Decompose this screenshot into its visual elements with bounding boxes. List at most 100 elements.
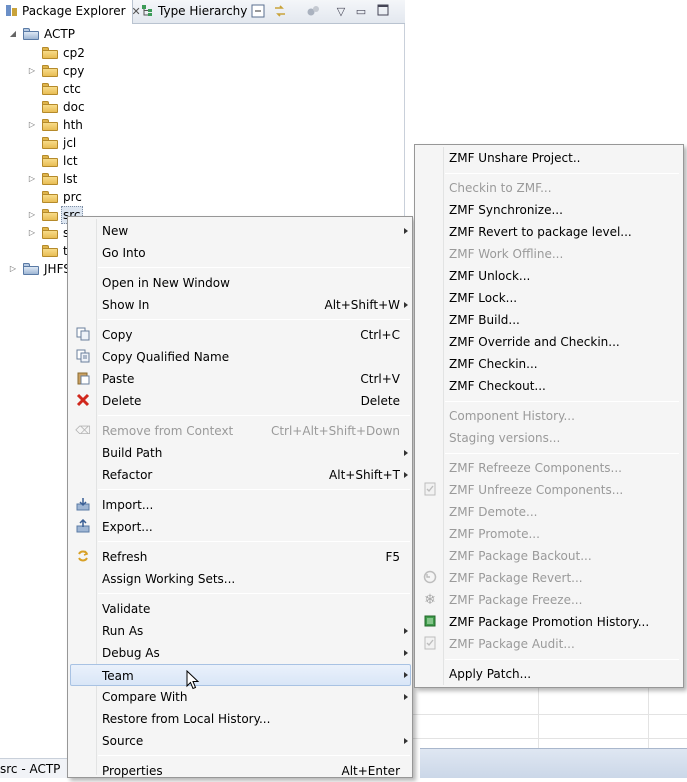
menu-item-label: Export... <box>102 520 153 534</box>
minimize-icon[interactable]: ▭ <box>353 4 369 20</box>
submenu-arrow-icon <box>404 738 408 744</box>
menu-item-zmf-work-offline[interactable]: ZMF Work Offline... <box>417 243 681 265</box>
menu-separator <box>445 659 679 660</box>
menu-item-label: ZMF Synchronize... <box>449 203 563 217</box>
tab-package-explorer[interactable]: Package Explorer ✕ <box>0 0 141 24</box>
menu-separator <box>98 541 410 542</box>
menu-separator <box>98 267 410 268</box>
menu-item-zmf-package-freeze[interactable]: ❄ ZMF Package Freeze... <box>417 589 681 611</box>
menu-item-show-in[interactable]: Show In Alt+Shift+W <box>70 294 411 316</box>
expanded-twisty-icon[interactable]: ◢ <box>8 25 18 43</box>
tree-item-folder[interactable]: prc <box>0 188 120 206</box>
type-hierarchy-icon <box>142 5 152 16</box>
menu-item-label: Build Path <box>102 446 163 460</box>
menu-item-zmf-promote[interactable]: ZMF Promote... <box>417 523 681 545</box>
menu-item-go-into[interactable]: Go Into <box>70 242 411 264</box>
collapsed-twisty-icon[interactable]: ▷ <box>27 170 37 188</box>
menu-item-zmf-unlock[interactable]: ZMF Unlock... <box>417 265 681 287</box>
delete-icon <box>75 393 91 409</box>
menu-item-copy[interactable]: Copy Ctrl+C <box>70 324 411 346</box>
paste-icon <box>75 371 91 387</box>
view-menu-icon[interactable]: ▽ <box>333 4 349 20</box>
submenu-arrow-icon <box>404 672 408 678</box>
copy-qualified-icon <box>75 349 91 365</box>
maximize-icon[interactable] <box>375 4 391 20</box>
menu-item-apply-patch[interactable]: Apply Patch... <box>417 663 681 685</box>
menu-item-export[interactable]: Export... <box>70 516 411 538</box>
menu-item-zmf-unfreeze-components[interactable]: ZMF Unfreeze Components... <box>417 479 681 501</box>
menu-item-restore-from-local-history[interactable]: Restore from Local History... <box>70 708 411 730</box>
collapsed-twisty-icon[interactable]: ▷ <box>27 62 37 80</box>
tree-item-folder[interactable]: ctc <box>0 80 120 98</box>
menu-item-component-history[interactable]: Component History... <box>417 405 681 427</box>
collapsed-twisty-icon[interactable]: ▷ <box>8 260 18 278</box>
menu-item-staging-versions[interactable]: Staging versions... <box>417 427 681 449</box>
context-menu: New Go Into Open in New Window Show In A… <box>67 216 413 778</box>
menu-item-refactor[interactable]: Refactor Alt+Shift+T <box>70 464 411 486</box>
menu-item-label: ZMF Revert to package level... <box>449 225 632 239</box>
link-with-editor-icon[interactable] <box>272 4 288 20</box>
menu-item-run-as[interactable]: Run As <box>70 620 411 642</box>
menu-item-zmf-package-revert[interactable]: ZMF Package Revert... <box>417 567 681 589</box>
tree-item-folder[interactable]: ▷ cpy <box>0 62 120 80</box>
menu-item-zmf-package-promotion-history[interactable]: ZMF Package Promotion History... <box>417 611 681 633</box>
submenu-arrow-icon <box>404 472 408 478</box>
menu-item-checkin-to-zmf[interactable]: Checkin to ZMF... <box>417 177 681 199</box>
menu-item-shortcut: Alt+Shift+T <box>329 468 400 482</box>
collapsed-twisty-icon[interactable]: ▷ <box>27 224 37 242</box>
menu-item-source[interactable]: Source <box>70 730 411 752</box>
menu-item-zmf-revert-to-package-level[interactable]: ZMF Revert to package level... <box>417 221 681 243</box>
tree-item-folder[interactable]: jcl <box>0 134 120 152</box>
tree-item-folder[interactable]: ▷ hth <box>0 116 120 134</box>
menu-item-properties[interactable]: Properties Alt+Enter <box>70 760 411 782</box>
menu-item-zmf-lock[interactable]: ZMF Lock... <box>417 287 681 309</box>
menu-item-validate[interactable]: Validate <box>70 598 411 620</box>
folder-icon <box>42 227 58 239</box>
collapsed-twisty-icon[interactable]: ▷ <box>27 206 37 224</box>
menu-item-assign-working-sets[interactable]: Assign Working Sets... <box>70 568 411 590</box>
menu-item-zmf-checkin[interactable]: ZMF Checkin... <box>417 353 681 375</box>
collapse-all-icon[interactable] <box>250 4 266 20</box>
tree-item-folder[interactable]: cp2 <box>0 44 120 62</box>
menu-item-label: New <box>102 224 129 238</box>
tree-item-project[interactable]: ◢ ACTP <box>0 25 120 43</box>
menu-item-zmf-override-and-checkin[interactable]: ZMF Override and Checkin... <box>417 331 681 353</box>
focus-task-icon[interactable] <box>305 4 321 20</box>
menu-item-debug-as[interactable]: Debug As <box>70 642 411 664</box>
menu-separator <box>98 415 410 416</box>
menu-item-zmf-refreeze-components[interactable]: ZMF Refreeze Components... <box>417 457 681 479</box>
menu-item-paste[interactable]: Paste Ctrl+V <box>70 368 411 390</box>
menu-separator <box>98 319 410 320</box>
promotion-history-icon <box>422 614 438 630</box>
menu-item-delete[interactable]: Delete Delete <box>70 390 411 412</box>
menu-item-zmf-checkout[interactable]: ZMF Checkout... <box>417 375 681 397</box>
menu-item-zmf-package-backout[interactable]: ZMF Package Backout... <box>417 545 681 567</box>
menu-item-new[interactable]: New <box>70 220 411 242</box>
menu-item-zmf-synchronize[interactable]: ZMF Synchronize... <box>417 199 681 221</box>
collapsed-twisty-icon[interactable]: ▷ <box>27 116 37 134</box>
menu-item-zmf-demote[interactable]: ZMF Demote... <box>417 501 681 523</box>
menu-item-label: ZMF Lock... <box>449 291 518 305</box>
menu-item-copy-qualified-name[interactable]: Copy Qualified Name <box>70 346 411 368</box>
tree-item-folder[interactable]: ▷ lst <box>0 170 120 188</box>
menu-item-zmf-package-audit[interactable]: ZMF Package Audit... <box>417 633 681 655</box>
menu-item-shortcut: F5 <box>385 550 400 564</box>
menu-item-shortcut: Ctrl+Alt+Shift+Down <box>270 424 400 438</box>
menu-item-team[interactable]: Team <box>70 664 411 686</box>
menu-item-label: Assign Working Sets... <box>102 572 236 586</box>
tree-item-folder[interactable]: lct <box>0 152 120 170</box>
menu-item-remove-from-context[interactable]: ⌫ Remove from Context Ctrl+Alt+Shift+Dow… <box>70 420 411 442</box>
menu-item-compare-with[interactable]: Compare With <box>70 686 411 708</box>
tab-type-hierarchy[interactable]: Type Hierarchy <box>138 0 248 24</box>
menu-item-refresh[interactable]: Refresh F5 <box>70 546 411 568</box>
menu-item-import[interactable]: Import... <box>70 494 411 516</box>
submenu-arrow-icon <box>404 302 408 308</box>
bottom-panel-bar <box>420 748 687 778</box>
tree-item-folder[interactable]: doc <box>0 98 120 116</box>
menu-item-build-path[interactable]: Build Path <box>70 442 411 464</box>
package-explorer-icon <box>6 5 17 16</box>
menu-item-shortcut: Ctrl+C <box>360 328 400 342</box>
menu-item-zmf-build[interactable]: ZMF Build... <box>417 309 681 331</box>
menu-item-open-in-new-window[interactable]: Open in New Window <box>70 272 411 294</box>
menu-item-zmf-unshare-project[interactable]: ZMF Unshare Project.. <box>417 147 681 169</box>
